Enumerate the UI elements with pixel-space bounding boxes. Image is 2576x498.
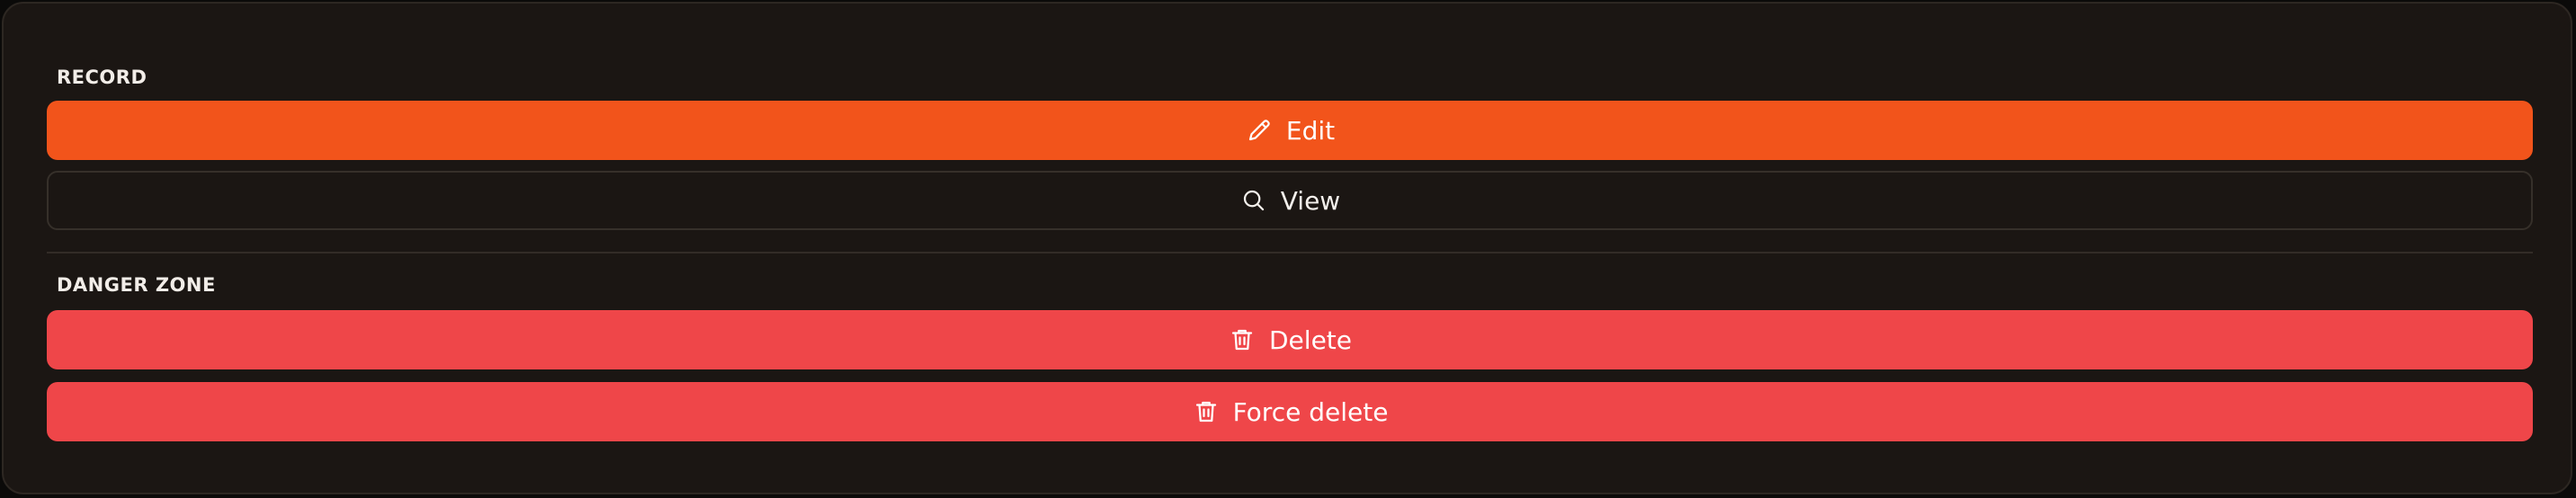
trash-icon [1228, 325, 1257, 354]
pencil-icon [1245, 116, 1274, 145]
section-label-danger-zone: DANGER ZONE [57, 274, 216, 296]
edit-button[interactable]: Edit [47, 101, 2533, 160]
trash-icon [1192, 397, 1221, 426]
section-divider [47, 252, 2533, 253]
actions-panel: RECORD Edit View DANGER ZONE Delete Forc… [2, 2, 2572, 494]
delete-button[interactable]: Delete [47, 310, 2533, 369]
force-delete-button-label: Force delete [1232, 396, 1389, 427]
edit-button-label: Edit [1285, 115, 1336, 146]
view-button-label: View [1280, 185, 1341, 216]
section-label-record: RECORD [57, 67, 148, 88]
force-delete-button[interactable]: Force delete [47, 382, 2533, 441]
delete-button-label: Delete [1269, 325, 1352, 355]
view-button[interactable]: View [47, 171, 2533, 230]
search-icon [1239, 186, 1268, 215]
